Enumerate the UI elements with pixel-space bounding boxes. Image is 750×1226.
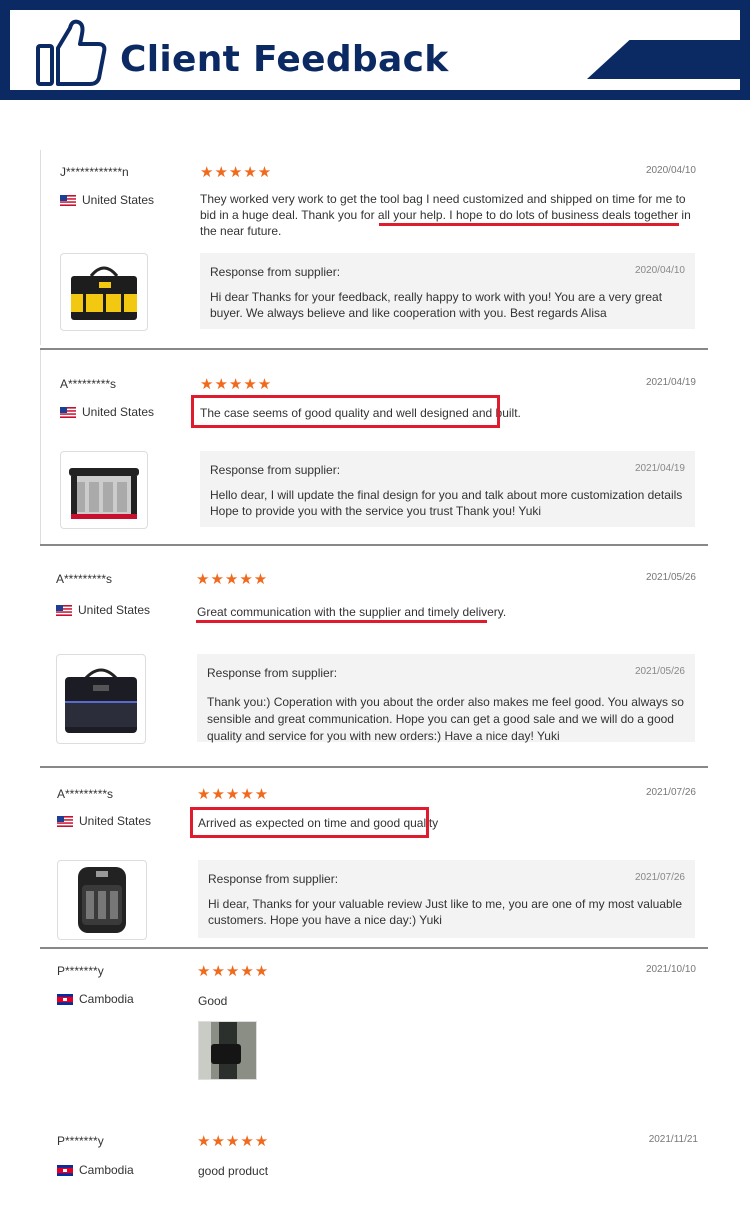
review-divider [40, 544, 708, 546]
country-name: United States [82, 405, 155, 419]
star-rating: ★★★★★ [197, 1133, 270, 1150]
review-card: A*********s United States ★★★★★ 2021/05/… [40, 571, 710, 762]
highlight-underline [196, 620, 487, 623]
cambodia-flag-icon [57, 993, 73, 1005]
reviewer-name: A*********s [60, 377, 117, 391]
reviewer-name: A*********s [56, 572, 113, 586]
reviewer-country: Cambodia [57, 992, 134, 1006]
reviewer-country: United States [60, 405, 154, 419]
response-label: Response from supplier: [208, 872, 339, 886]
supplier-response: Response from supplier: 2020/04/10 Hi de… [200, 253, 695, 329]
response-label: Response from supplier: [207, 666, 338, 680]
review-divider [40, 348, 708, 350]
star-rating: ★★★★★ [200, 164, 273, 181]
us-flag-icon [60, 194, 76, 206]
highlight-box [191, 395, 500, 428]
page-header: Client Feedback [0, 0, 750, 100]
reviewer-name: A*********s [57, 787, 114, 801]
star-rating: ★★★★★ [196, 571, 269, 588]
reviewer-country: Cambodia [57, 1163, 134, 1177]
response-text: Hello dear, I will update the final desi… [210, 488, 683, 518]
review-divider [40, 947, 708, 949]
product-thumbnail[interactable] [57, 860, 147, 940]
review-date: 2021/05/26 [645, 572, 696, 583]
reviewer-country: United States [60, 193, 154, 207]
response-text: Hi dear Thanks for your feedback, really… [210, 290, 663, 320]
star-rating: ★★★★★ [200, 376, 273, 393]
star-rating: ★★★★★ [197, 963, 270, 980]
review-comment: Great communication with the supplier an… [197, 605, 507, 619]
review-card: J************n United States ★★★★★ 2020/… [40, 164, 710, 345]
response-text: Hi dear, Thanks for your valuable review… [208, 897, 683, 927]
review-divider [40, 766, 708, 768]
response-date: 2021/07/26 [634, 872, 685, 883]
review-comment: good product [198, 1164, 269, 1178]
country-name: Cambodia [79, 1163, 134, 1177]
reviewer-name: P*******y [57, 964, 104, 978]
supplier-response: Response from supplier: 2021/04/19 Hello… [200, 451, 695, 527]
highlight-underline [379, 223, 679, 226]
review-card: P*******y Cambodia ★★★★★ 2021/10/10 Good [40, 963, 710, 1084]
us-flag-icon [56, 604, 72, 616]
product-thumbnail[interactable] [60, 451, 148, 529]
black-tool-bag-image [65, 668, 137, 733]
review-comment: They worked very work to get the tool ba… [200, 192, 691, 238]
review-date: 2021/04/19 [645, 377, 696, 388]
response-text: Thank you:) Coperation with you about th… [207, 695, 684, 743]
review-card: P*******y Cambodia ★★★★★ 2021/11/21 good… [40, 1133, 710, 1194]
star-rating: ★★★★★ [197, 786, 270, 803]
us-flag-icon [60, 406, 76, 418]
header-banner: Client Feedback [10, 10, 740, 90]
review-date: 2021/10/10 [645, 964, 696, 975]
thumbs-up-icon [36, 19, 107, 86]
customer-photo-thumbnail[interactable] [198, 1021, 257, 1080]
yellow-tool-bag-image [71, 266, 137, 320]
tool-backpack-image [78, 867, 126, 933]
country-name: United States [78, 603, 151, 617]
product-thumbnail[interactable] [60, 253, 148, 331]
reviewer-country: United States [57, 814, 151, 828]
supplier-response: Response from supplier: 2021/07/26 Hi de… [198, 860, 695, 938]
open-tool-tote-image [69, 468, 139, 519]
review-comment: Good [198, 994, 228, 1008]
response-date: 2021/04/19 [634, 463, 685, 474]
country-name: Cambodia [79, 992, 134, 1006]
response-date: 2021/05/26 [634, 666, 685, 677]
us-flag-icon [57, 815, 73, 827]
country-name: United States [82, 193, 155, 207]
response-date: 2020/04/10 [634, 265, 685, 276]
country-name: United States [79, 814, 152, 828]
reviewer-name: P*******y [57, 1134, 104, 1148]
response-label: Response from supplier: [210, 265, 341, 279]
reviewer-name: J************n [60, 165, 129, 179]
customer-photo-image [199, 1022, 256, 1079]
reviewer-country: United States [56, 603, 150, 617]
response-label: Response from supplier: [210, 463, 341, 477]
product-thumbnail[interactable] [56, 654, 146, 744]
review-date: 2020/04/10 [645, 165, 696, 176]
review-date: 2021/11/21 [648, 1134, 698, 1145]
page-title: Client Feedback [120, 39, 449, 80]
supplier-response: Response from supplier: 2021/05/26 Thank… [197, 654, 695, 743]
header-accent-stripe [587, 40, 740, 79]
highlight-box [190, 807, 429, 838]
review-date: 2021/07/26 [645, 787, 696, 798]
cambodia-flag-icon [57, 1164, 73, 1176]
